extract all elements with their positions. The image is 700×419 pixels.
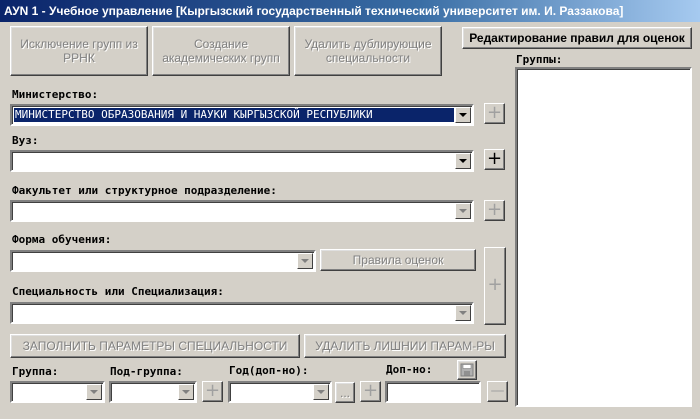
study-form-label: Форма обучения:: [12, 233, 112, 246]
specialty-select[interactable]: [10, 302, 474, 324]
faculty-select[interactable]: [10, 200, 474, 222]
ministry-select[interactable]: МИНИСТЕРСТВО ОБРАЗОВАНИЯ И НАУКИ КЫРГЫЗС…: [10, 104, 474, 126]
groups-label: Группы:: [516, 53, 563, 66]
study-form-select[interactable]: [10, 250, 316, 272]
grade-rules-button[interactable]: Правила оценок: [320, 249, 476, 271]
chevron-down-icon[interactable]: [455, 203, 471, 219]
university-label: Вуз:: [12, 134, 39, 147]
faculty-select-value: [14, 204, 454, 218]
add-subgroup-button[interactable]: +: [202, 381, 223, 402]
specialty-label: Специальность или Специализация:: [12, 285, 224, 298]
study-form-select-value: [14, 254, 296, 268]
subgroup-label: Под-группа:: [110, 365, 183, 378]
add-university-button[interactable]: +: [484, 149, 505, 170]
university-select[interactable]: [10, 150, 474, 172]
group-label: Группа:: [12, 365, 59, 378]
add-year-button[interactable]: +: [360, 381, 381, 402]
chevron-down-icon[interactable]: [455, 107, 471, 123]
chevron-down-icon[interactable]: [178, 384, 194, 400]
create-groups-button[interactable]: Создание академических групп: [152, 26, 290, 76]
add-faculty-button[interactable]: +: [484, 200, 505, 221]
ministry-select-value: МИНИСТЕРСТВО ОБРАЗОВАНИЯ И НАУКИ КЫРГЫЗС…: [14, 108, 454, 122]
chevron-down-icon[interactable]: [297, 253, 313, 269]
university-select-value: [14, 154, 454, 168]
exclude-groups-button[interactable]: Исключение групп из РРНК: [10, 26, 148, 76]
year-label: Год(доп-но):: [229, 364, 309, 377]
fill-specialty-params-button[interactable]: ЗАПОЛНИТЬ ПАРАМЕТРЫ СПЕЦИАЛЬНОСТИ: [10, 334, 300, 358]
extra-label: Доп-но:: [386, 363, 433, 376]
year-select[interactable]: [228, 381, 332, 403]
chevron-down-icon[interactable]: [455, 305, 471, 321]
chevron-down-icon[interactable]: [313, 384, 329, 400]
delete-duplicate-specialties-button[interactable]: Удалить дублирующие специальности: [294, 26, 442, 76]
chevron-down-icon[interactable]: [86, 384, 102, 400]
delete-extra-params-button[interactable]: УДАЛИТЬ ЛИШНИИ ПАРАМ-РЫ: [304, 334, 506, 358]
add-specialty-button[interactable]: +: [484, 247, 506, 325]
save-button[interactable]: [457, 360, 477, 380]
ministry-label: Министерство:: [12, 88, 99, 101]
floppy-disk-icon: [460, 363, 474, 377]
extra-input[interactable]: [385, 381, 481, 403]
subgroup-select[interactable]: [109, 381, 197, 403]
groups-listbox[interactable]: [515, 67, 692, 407]
edit-grade-rules-button[interactable]: Редактирование правил для оценок: [462, 27, 692, 49]
specialty-select-value: [14, 306, 454, 320]
group-select[interactable]: [10, 381, 105, 403]
chevron-down-icon[interactable]: [455, 153, 471, 169]
add-ministry-button[interactable]: +: [484, 103, 505, 124]
faculty-label: Факультет или структурное подразделение:: [12, 184, 277, 197]
remove-button[interactable]: —: [487, 381, 508, 402]
window-title: АУN 1 - Учебное управление [Кыргызский г…: [0, 0, 700, 22]
year-browse-button[interactable]: ...: [335, 382, 355, 403]
